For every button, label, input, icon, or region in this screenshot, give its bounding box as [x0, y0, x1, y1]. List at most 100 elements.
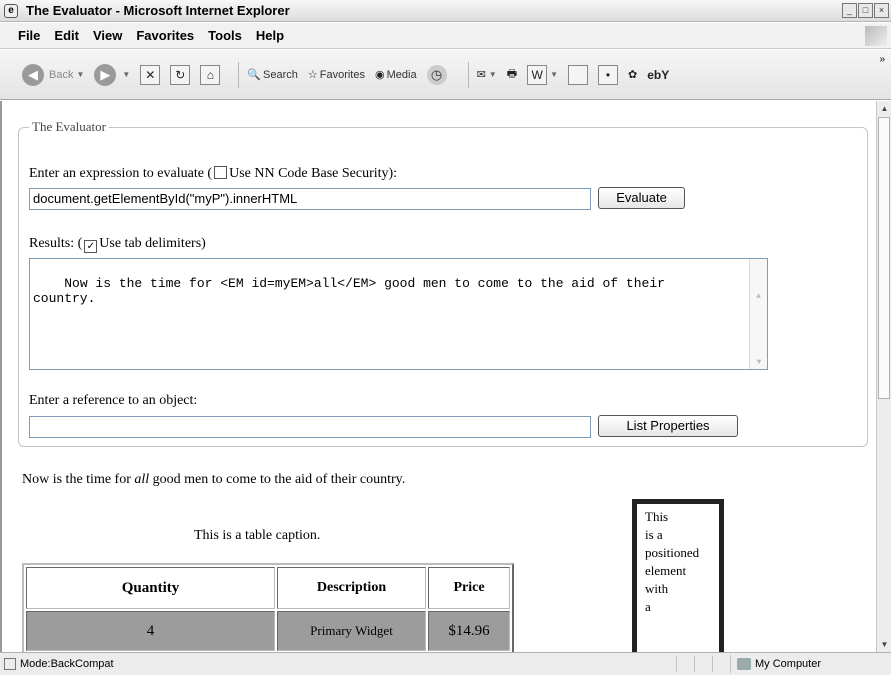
edit-button[interactable]: W ▼	[527, 64, 558, 85]
media-icon: ◉	[375, 69, 385, 81]
home-icon: ⌂	[200, 64, 221, 85]
toolbar-divider	[238, 61, 240, 88]
menu-view[interactable]: View	[93, 28, 122, 43]
menu-favorites[interactable]: Favorites	[136, 28, 194, 43]
page-icon	[4, 658, 16, 670]
search-button[interactable]: 🔍 Search	[247, 68, 298, 82]
back-arrow-icon: ◀	[22, 63, 44, 86]
header-quantity: Quantity	[26, 567, 275, 609]
cell-price: $14.96	[428, 611, 510, 651]
toolbar: ◀ Back ▼ ▶ ▼ ✕ ↻ ⌂ 🔍 Search ☆ Favorites …	[0, 50, 891, 100]
star-icon: ☆	[307, 69, 318, 81]
results-label-prefix: Results: (	[29, 236, 83, 251]
forward-arrow-icon: ▶	[94, 63, 117, 86]
scroll-down-icon[interactable]: ▼	[750, 355, 768, 369]
list-properties-button[interactable]: List Properties	[598, 415, 738, 437]
back-button[interactable]: ◀ Back ▼	[22, 63, 84, 86]
paragraph-text-end: good men to come to the aid of their cou…	[149, 472, 406, 487]
results-textarea[interactable]: Now is the time for <EM id=myEM>all</EM>…	[29, 258, 768, 370]
messenger-icon: •	[598, 64, 619, 85]
cell-quantity: 4	[26, 611, 275, 651]
print-icon: 🖶	[506, 68, 518, 80]
close-icon[interactable]: ×	[874, 3, 889, 18]
history-icon: ◷	[426, 64, 447, 85]
reference-label: Enter a reference to an object:	[29, 393, 198, 408]
paragraph-emphasis: all	[134, 472, 150, 487]
chevron-down-icon[interactable]: ▼	[550, 70, 558, 79]
ie-icon: e	[4, 3, 18, 18]
forward-button[interactable]: ▶ ▼	[94, 63, 130, 86]
search-icon: 🔍	[247, 69, 262, 81]
positioned-element: This is a positioned element with a	[632, 499, 724, 652]
page-scrollbar[interactable]: ▲ ▼	[876, 101, 891, 652]
word-icon: W	[527, 64, 548, 85]
expression-input[interactable]: document.getElementById("myP").innerHTML	[29, 188, 591, 210]
menu-file[interactable]: File	[18, 28, 40, 43]
minimize-icon[interactable]: _	[842, 3, 857, 18]
menu-help[interactable]: Help	[256, 28, 284, 43]
menu-tools[interactable]: Tools	[208, 28, 242, 43]
mail-icon: ✉	[476, 69, 486, 81]
chevron-down-icon[interactable]: ▼	[122, 70, 130, 79]
discuss-button[interactable]	[568, 64, 589, 85]
table-header-row: Quantity Description Price	[26, 567, 510, 609]
evaluate-button[interactable]: Evaluate	[598, 187, 685, 209]
mail-button[interactable]: ✉ ▼	[477, 68, 497, 81]
extension-icon: ✿	[628, 69, 638, 81]
history-button[interactable]: ◷	[426, 64, 450, 85]
menu-bar: File Edit View Favorites Tools Help	[0, 23, 891, 49]
extension-button[interactable]: ✿	[628, 68, 637, 81]
toolbar-divider	[467, 61, 469, 88]
security-zone: My Computer	[730, 655, 880, 673]
messenger-button[interactable]: •	[598, 64, 619, 85]
status-pane	[676, 656, 694, 672]
media-label: Media	[386, 68, 417, 81]
scrollbar-thumb[interactable]	[878, 117, 890, 399]
header-description: Description	[277, 567, 426, 609]
header-price: Price	[428, 567, 510, 609]
scroll-up-icon[interactable]: ▲	[877, 101, 891, 116]
positioned-text: This is a positioned element with a	[645, 509, 700, 614]
ebay-icon: ebY	[647, 67, 670, 82]
results-label: Results: (✓ Use tab delimiters)	[29, 236, 206, 253]
print-button[interactable]: 🖶	[507, 65, 517, 84]
status-mode: Mode:BackCompat	[20, 658, 114, 670]
results-text: Now is the time for <EM id=myEM>all</EM>…	[33, 276, 665, 306]
menu-edit[interactable]: Edit	[54, 28, 79, 43]
security-label: Use NN Code Base Security):	[229, 166, 398, 181]
reference-input[interactable]	[29, 416, 591, 438]
cell-description: Primary Widget	[277, 611, 426, 651]
refresh-button[interactable]: ↻	[170, 64, 191, 85]
refresh-icon: ↻	[170, 64, 191, 85]
ebay-button[interactable]: ebY	[647, 68, 669, 82]
maximize-icon[interactable]: □	[858, 3, 873, 18]
window-title: The Evaluator - Microsoft Internet Explo…	[26, 3, 290, 18]
sample-paragraph: Now is the time for all good men to come…	[22, 472, 405, 488]
evaluator-legend: The Evaluator	[32, 119, 106, 134]
chevron-down-icon[interactable]: ▼	[489, 70, 497, 79]
toolbar-overflow-icon[interactable]: »	[879, 54, 885, 65]
search-label: Search	[263, 68, 298, 81]
media-button[interactable]: ◉ Media	[375, 68, 417, 82]
tab-delimiters-label: Use tab delimiters)	[99, 236, 206, 251]
status-panes	[676, 656, 730, 672]
status-bar: Mode:BackCompat My Computer	[0, 652, 891, 675]
scroll-down-icon[interactable]: ▼	[877, 637, 891, 652]
home-button[interactable]: ⌂	[200, 64, 221, 85]
chevron-down-icon[interactable]: ▼	[76, 70, 84, 79]
expression-label-prefix: Enter an expression to evaluate (	[29, 166, 213, 181]
paragraph-text-start: Now is the time for	[22, 472, 135, 487]
windows-logo-icon	[865, 26, 887, 46]
scroll-up-icon[interactable]: ▲	[750, 289, 767, 303]
status-pane	[712, 656, 730, 672]
computer-icon	[737, 658, 751, 670]
data-table: Quantity Description Price 4 Primary Wid…	[22, 563, 514, 652]
security-checkbox[interactable]	[214, 166, 228, 179]
discuss-icon	[568, 64, 589, 85]
stop-icon: ✕	[140, 64, 161, 85]
favorites-button[interactable]: ☆ Favorites	[307, 68, 365, 82]
results-scrollbar[interactable]: ▲ ▼	[749, 259, 767, 369]
tab-delimiters-checkbox[interactable]: ✓	[84, 240, 98, 253]
window-controls: _ □ ×	[842, 3, 889, 18]
stop-button[interactable]: ✕	[140, 64, 161, 85]
